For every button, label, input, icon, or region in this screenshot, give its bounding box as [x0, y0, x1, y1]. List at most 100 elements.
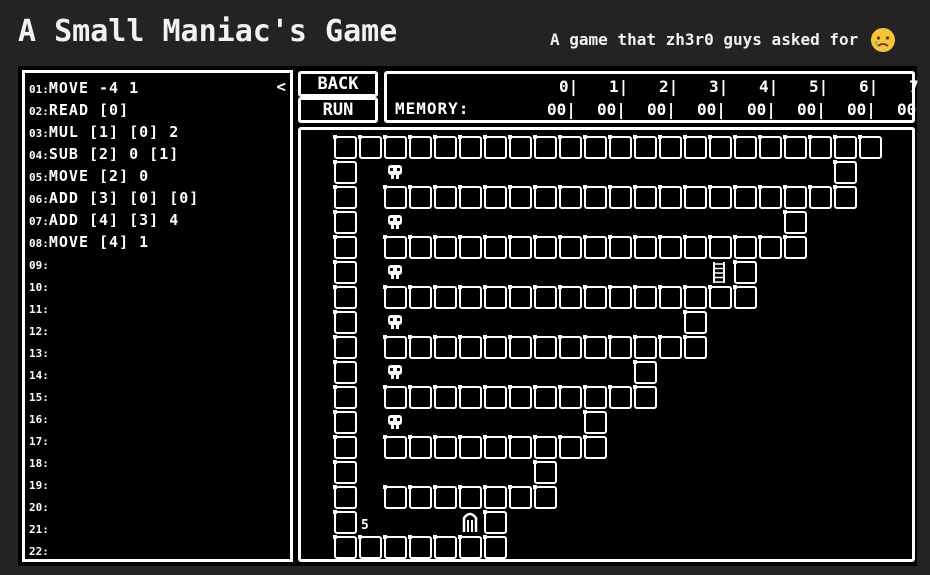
- wall-tile: [759, 236, 782, 259]
- wall-tile: [559, 386, 582, 409]
- line-number: 22:: [29, 545, 49, 558]
- wall-tile: [534, 386, 557, 409]
- code-line[interactable]: 01:MOVE -4 1: [29, 77, 199, 99]
- line-number: 06:: [29, 193, 49, 206]
- wall-tile: [384, 136, 407, 159]
- line-number: 16:: [29, 413, 49, 426]
- skull-tooth-gap: [394, 175, 396, 179]
- code-line[interactable]: 09:: [29, 253, 199, 275]
- code-line[interactable]: 18:: [29, 451, 199, 473]
- tile-rivet: [333, 235, 337, 239]
- tile-rivet: [408, 285, 412, 289]
- code-line[interactable]: 22:: [29, 539, 199, 561]
- line-number: 09:: [29, 259, 49, 272]
- wall-tile: [509, 486, 532, 509]
- instruction-text[interactable]: MUL [1] [0] 2: [49, 123, 179, 141]
- wall-tile: [434, 336, 457, 359]
- run-button[interactable]: RUN: [298, 97, 378, 123]
- tile-rivet: [408, 335, 412, 339]
- tile-rivet: [633, 385, 637, 389]
- tile-rivet: [458, 235, 462, 239]
- wall-tile: [384, 386, 407, 409]
- code-line[interactable]: 07:ADD [4] [3] 4: [29, 209, 199, 231]
- wall-tile: [534, 136, 557, 159]
- tile-rivet: [458, 285, 462, 289]
- wall-tile: [634, 361, 657, 384]
- tile-rivet: [533, 485, 537, 489]
- code-line[interactable]: 04:SUB [2] 0 [1]: [29, 143, 199, 165]
- tile-rivet: [383, 535, 387, 539]
- instruction-text[interactable]: ADD [4] [3] 4: [49, 211, 179, 229]
- tile-rivet: [583, 235, 587, 239]
- code-line[interactable]: 03:MUL [1] [0] 2: [29, 121, 199, 143]
- tile-rivet: [783, 185, 787, 189]
- tile-rivet: [508, 335, 512, 339]
- code-line[interactable]: 21:: [29, 517, 199, 539]
- line-number: 05:: [29, 171, 49, 184]
- skull-tooth-gap: [394, 275, 396, 279]
- instruction-text[interactable]: READ [0]: [49, 101, 129, 119]
- code-line[interactable]: 12:: [29, 319, 199, 341]
- wall-tile: [634, 236, 657, 259]
- tile-rivet: [633, 185, 637, 189]
- code-line[interactable]: 17:: [29, 429, 199, 451]
- wall-tile: [534, 461, 557, 484]
- wall-tile: [334, 386, 357, 409]
- instruction-text[interactable]: MOVE [4] 1: [49, 233, 149, 251]
- code-line[interactable]: 15:: [29, 385, 199, 407]
- code-line[interactable]: 14:: [29, 363, 199, 385]
- wall-tile: [409, 436, 432, 459]
- tile-rivet: [508, 235, 512, 239]
- wall-tile: [634, 286, 657, 309]
- code-line[interactable]: 10:: [29, 275, 199, 297]
- code-line[interactable]: 11:: [29, 297, 199, 319]
- line-number: 17:: [29, 435, 49, 448]
- tile-rivet: [383, 135, 387, 139]
- tile-rivet: [333, 460, 337, 464]
- instruction-text[interactable]: MOVE -4 1: [49, 79, 139, 97]
- code-line[interactable]: 06:ADD [3] [0] [0]: [29, 187, 199, 209]
- wall-tile: [509, 386, 532, 409]
- wall-tile: [359, 136, 382, 159]
- tile-rivet: [608, 335, 612, 339]
- line-number: 04:: [29, 149, 49, 162]
- tile-rivet: [558, 435, 562, 439]
- tile-rivet: [433, 435, 437, 439]
- wall-tile: [409, 186, 432, 209]
- instruction-text[interactable]: ADD [3] [0] [0]: [49, 189, 199, 207]
- tile-rivet: [533, 335, 537, 339]
- memory-value: 00|: [547, 100, 576, 119]
- code-line[interactable]: 08:MOVE [4] 1: [29, 231, 199, 253]
- line-number: 02:: [29, 105, 49, 118]
- instruction-text[interactable]: MOVE [2] 0: [49, 167, 149, 185]
- sad-face-icon: [871, 28, 895, 52]
- wall-tile: [734, 136, 757, 159]
- code-line[interactable]: 13:: [29, 341, 199, 363]
- tile-rivet: [783, 135, 787, 139]
- tile-rivet: [508, 385, 512, 389]
- back-button[interactable]: BACK: [298, 71, 378, 97]
- code-editor[interactable]: < 01:MOVE -4 1 02:READ [0] 03:MUL [1] [0] …: [22, 70, 293, 562]
- tile-rivet: [533, 385, 537, 389]
- wall-tile: [459, 136, 482, 159]
- wall-tile: [709, 136, 732, 159]
- collapse-button[interactable]: <: [276, 77, 286, 96]
- wall-tile: [334, 411, 357, 434]
- tile-rivet: [333, 260, 337, 264]
- tile-rivet: [558, 335, 562, 339]
- line-number: 21:: [29, 523, 49, 536]
- wall-tile: [484, 186, 507, 209]
- tile-rivet: [333, 435, 337, 439]
- wall-tile: [459, 386, 482, 409]
- tile-rivet: [583, 135, 587, 139]
- skull-tooth-gap: [394, 225, 396, 229]
- code-line[interactable]: 20:: [29, 495, 199, 517]
- tile-rivet: [633, 135, 637, 139]
- code-line[interactable]: 02:READ [0]: [29, 99, 199, 121]
- code-line[interactable]: 19:: [29, 473, 199, 495]
- tile-rivet: [333, 510, 337, 514]
- wall-tile: [334, 361, 357, 384]
- instruction-text[interactable]: SUB [2] 0 [1]: [49, 145, 179, 163]
- code-line[interactable]: 05:MOVE [2] 0: [29, 165, 199, 187]
- code-line[interactable]: 16:: [29, 407, 199, 429]
